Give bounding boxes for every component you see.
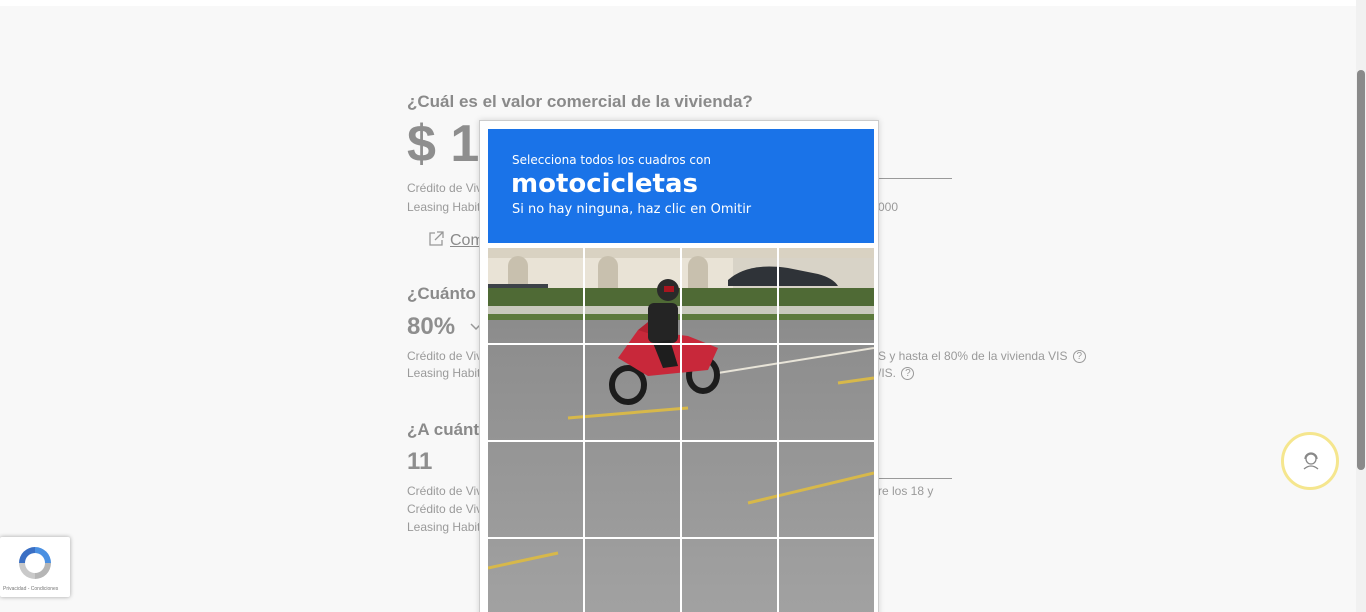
- captcha-tile-image: [779, 539, 874, 612]
- captcha-tile-image: [488, 345, 583, 440]
- captcha-tile-1-1[interactable]: [488, 248, 583, 343]
- question-term-years: ¿A cuánto: [407, 420, 490, 439]
- captcha-image-grid: [488, 248, 874, 612]
- q3-note-credito-right: re los 18 y: [878, 484, 934, 498]
- q3-note-credito-1: Crédito de Viv: [407, 484, 483, 498]
- question-property-value: ¿Cuál es el valor comercial de la vivien…: [407, 92, 753, 111]
- captcha-tile-image: [779, 345, 874, 440]
- q2-note-credito: Crédito de Viv: [407, 349, 483, 363]
- q3-note-leasing: Leasing Habit: [407, 520, 481, 534]
- captcha-tile-2-2[interactable]: [585, 345, 680, 440]
- support-chat-button[interactable]: [1281, 432, 1339, 490]
- captcha-tile-2-3[interactable]: [682, 345, 777, 440]
- captcha-challenge-dialog: Selecciona todos los cuadros con motocic…: [479, 120, 879, 612]
- captcha-tile-1-3[interactable]: [682, 248, 777, 343]
- captcha-tile-image: [585, 442, 680, 537]
- captcha-tile-image: [682, 539, 777, 612]
- external-link-icon[interactable]: [427, 230, 445, 248]
- captcha-tile-2-1[interactable]: [488, 345, 583, 440]
- captcha-tile-3-1[interactable]: [488, 442, 583, 537]
- recaptcha-logo-icon: [19, 547, 51, 579]
- captcha-tile-3-2[interactable]: [585, 442, 680, 537]
- recaptcha-badge-text[interactable]: Privacidad - Condiciones: [3, 586, 58, 592]
- captcha-hint: Si no hay ninguna, haz clic en Omitir: [512, 202, 752, 217]
- property-value-underline: [878, 178, 952, 179]
- captcha-tile-3-4[interactable]: [779, 442, 874, 537]
- property-value-input[interactable]: $ 1: [407, 114, 479, 174]
- term-years-input[interactable]: 11: [407, 448, 432, 476]
- captcha-instruction: Selecciona todos los cuadros con: [512, 153, 711, 167]
- q2-note-leasing: Leasing Habit: [407, 366, 481, 380]
- captcha-tile-4-3[interactable]: [682, 539, 777, 612]
- captcha-tile-2-4[interactable]: [779, 345, 874, 440]
- q2-note-credito-right: S y hasta el 80% de la vivienda VIS ?: [878, 349, 1086, 364]
- q1-note-credito: Crédito de Viv: [407, 181, 483, 195]
- captcha-tile-4-1[interactable]: [488, 539, 583, 612]
- captcha-tile-image: [585, 248, 680, 343]
- help-icon[interactable]: ?: [901, 367, 915, 381]
- scrollbar-thumb[interactable]: [1357, 70, 1365, 470]
- help-icon[interactable]: ?: [1072, 350, 1086, 364]
- captcha-header: Selecciona todos los cuadros con motocic…: [488, 129, 874, 243]
- q2-note-credito-right-text: S y hasta el 80% de la vivienda VIS: [878, 349, 1068, 363]
- q2-note-leasing-right-text: /IS.: [878, 366, 897, 380]
- captcha-target: motocicletas: [511, 169, 698, 199]
- q1-note-leasing: Leasing Habit: [407, 200, 481, 214]
- captcha-tile-image: [488, 539, 583, 612]
- captcha-tile-image: [682, 345, 777, 440]
- captcha-tile-image: [779, 248, 874, 343]
- support-agent-icon: [1303, 452, 1319, 470]
- captcha-tile-4-4[interactable]: [779, 539, 874, 612]
- top-bar: [0, 0, 1356, 6]
- captcha-tile-image: [585, 345, 680, 440]
- captcha-tile-image: [585, 539, 680, 612]
- captcha-tile-3-3[interactable]: [682, 442, 777, 537]
- financing-percent-select[interactable]: 80%: [407, 313, 455, 341]
- captcha-tile-image: [682, 248, 777, 343]
- captcha-tile-1-4[interactable]: [779, 248, 874, 343]
- captcha-tile-image: [488, 442, 583, 537]
- q2-note-leasing-right: /IS. ?: [878, 366, 915, 381]
- recaptcha-badge[interactable]: Privacidad - Condiciones: [0, 537, 70, 597]
- term-years-underline: [878, 478, 952, 479]
- captcha-tile-image: [779, 442, 874, 537]
- q3-note-credito-2: Crédito de Viv: [407, 502, 483, 516]
- captcha-tile-1-2[interactable]: [585, 248, 680, 343]
- captcha-tile-image: [488, 248, 583, 343]
- captcha-tile-image: [682, 442, 777, 537]
- captcha-tile-4-2[interactable]: [585, 539, 680, 612]
- page-scrollbar[interactable]: [1356, 0, 1366, 612]
- q1-note-leasing-right: 000: [878, 200, 899, 214]
